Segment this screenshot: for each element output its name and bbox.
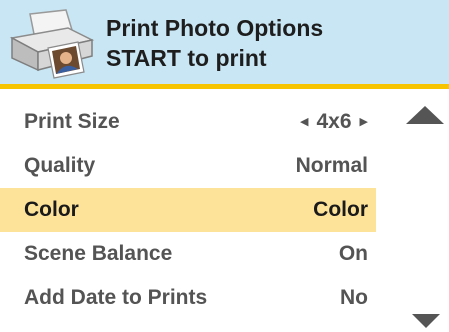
arrow-right-icon[interactable]: ▶: [360, 116, 368, 128]
menu-item-value: No: [340, 286, 368, 309]
header-title: Print Photo Options START to print: [106, 13, 323, 73]
menu-item-label: Scene Balance: [24, 242, 173, 265]
menu-item-value: Normal: [295, 154, 368, 177]
menu-item-label: Quality: [24, 154, 96, 177]
header-title-line1: Print Photo Options: [106, 15, 324, 41]
menu-item-quality[interactable]: Quality Normal: [0, 144, 376, 188]
menu-item-print-size[interactable]: Print Size ◀ 4x6 ▶: [0, 100, 376, 144]
menu-item-label: Add Date to Prints: [24, 286, 208, 309]
menu-item-color[interactable]: Color Color: [0, 188, 376, 232]
menu-item-value: Color: [313, 198, 368, 221]
arrow-left-icon[interactable]: ◀: [300, 116, 308, 128]
menu-item-value: On: [338, 242, 368, 265]
header-bar: Print Photo Options START to print: [0, 0, 449, 89]
header-title-line2: START to print: [106, 45, 267, 71]
menu-item-label: Print Size: [24, 110, 120, 133]
menu-item-label: Color: [24, 198, 79, 221]
triangle-up-icon[interactable]: [406, 106, 444, 124]
print-size-value: 4x6: [316, 110, 352, 133]
triangle-down-icon[interactable]: [412, 314, 440, 328]
menu-item-add-date[interactable]: Add Date to Prints No: [0, 276, 376, 320]
menu-item-scene-balance[interactable]: Scene Balance On: [0, 232, 376, 276]
menu-item-value[interactable]: ◀ 4x6 ▶: [300, 110, 368, 134]
printer-with-photo-icon: [9, 9, 95, 79]
